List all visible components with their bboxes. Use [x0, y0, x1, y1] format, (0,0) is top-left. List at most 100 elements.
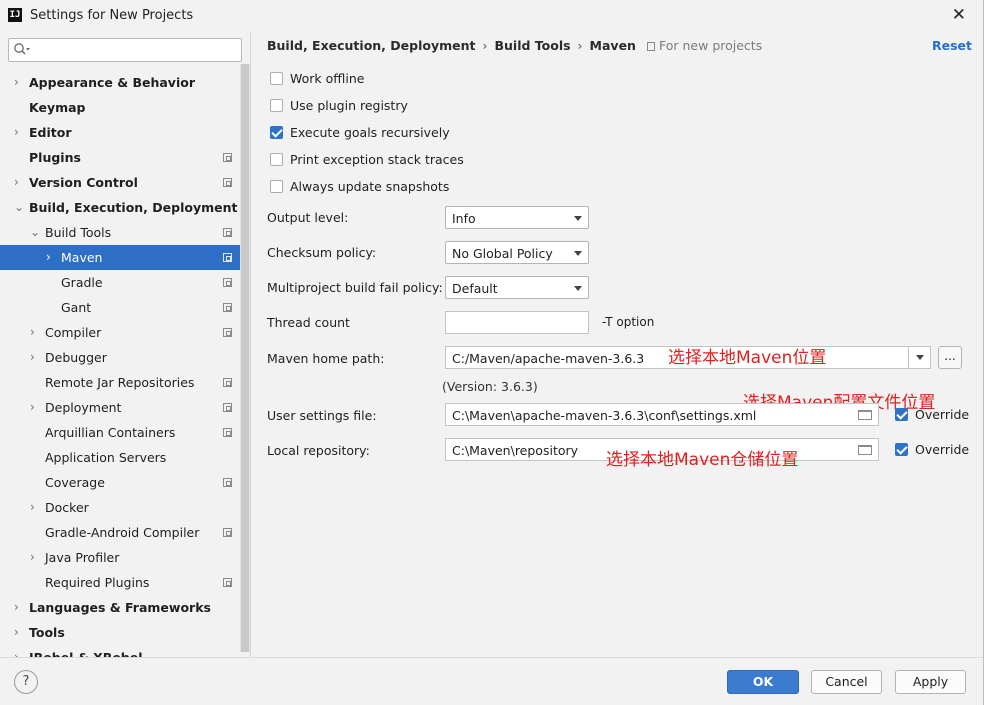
- always-update-snapshots-checkbox[interactable]: [270, 180, 283, 193]
- chevron-right-icon[interactable]: ›: [30, 545, 35, 570]
- chevron-right-icon[interactable]: ›: [14, 120, 19, 145]
- chevron-right-icon[interactable]: ›: [14, 70, 19, 95]
- project-scope-icon: [223, 578, 232, 587]
- chevron-down-icon[interactable]: ⌄: [30, 220, 40, 245]
- chevron-right-icon[interactable]: ›: [30, 320, 35, 345]
- sidebar-scrollbar[interactable]: [240, 64, 250, 652]
- maven-home-label: Maven home path:: [267, 351, 384, 366]
- sidebar-item-editor[interactable]: ›Editor: [0, 120, 240, 145]
- sidebar-item-label: Docker: [45, 495, 89, 520]
- sidebar-item-label: Build Tools: [45, 220, 111, 245]
- chevron-right-icon[interactable]: ›: [14, 620, 19, 645]
- sidebar-item-coverage[interactable]: Coverage: [0, 470, 240, 495]
- output-level-dropdown[interactable]: Info: [445, 206, 589, 229]
- maven-home-dropdown-button[interactable]: [908, 346, 930, 369]
- work-offline-label: Work offline: [290, 70, 364, 88]
- sidebar-item-keymap[interactable]: Keymap: [0, 95, 240, 120]
- folder-icon[interactable]: [858, 445, 872, 455]
- settings-tree: › Appearance & BehaviorKeymap›EditorPlugi…: [0, 70, 240, 657]
- settings-search-field[interactable]: [8, 38, 242, 62]
- thread-count-input[interactable]: [445, 311, 589, 334]
- sidebar-item-compiler[interactable]: ›Compiler: [0, 320, 240, 345]
- sidebar-item-java-profiler[interactable]: › Java Profiler: [0, 545, 240, 570]
- chevron-right-icon[interactable]: ›: [30, 495, 35, 520]
- project-scope-icon: [223, 303, 232, 312]
- maven-settings-panel: Build, Execution, Deployment›Build Tools…: [251, 32, 984, 657]
- reset-link[interactable]: Reset: [932, 38, 972, 53]
- checksum-policy-dropdown[interactable]: No Global Policy: [445, 241, 589, 264]
- local-repository-override-checkbox[interactable]: [895, 443, 908, 456]
- chevron-down-icon[interactable]: ⌄: [14, 195, 24, 220]
- sidebar-item-label: Debugger: [45, 345, 107, 370]
- sidebar-item-remote-jar-repositories[interactable]: Remote Jar Repositories: [0, 370, 240, 395]
- sidebar-item-tools[interactable]: › Tools: [0, 620, 240, 645]
- user-settings-input[interactable]: C:\Maven\apache-maven-3.6.3\conf\setting…: [445, 403, 879, 426]
- sidebar-item-arquillian-containers[interactable]: Arquillian Containers: [0, 420, 240, 445]
- maven-home-browse-button[interactable]: ...: [938, 346, 962, 369]
- breadcrumb-separator: ›: [482, 38, 487, 53]
- breadcrumb: Build, Execution, Deployment›Build Tools…: [267, 38, 636, 54]
- scrollbar-thumb[interactable]: [241, 64, 249, 652]
- sidebar-item-label: Maven: [61, 245, 102, 270]
- sidebar-item-label: Coverage: [45, 470, 105, 495]
- project-scope-icon: [647, 42, 655, 51]
- chevron-right-icon[interactable]: ›: [46, 245, 51, 270]
- sidebar-item-application-servers[interactable]: Application Servers: [0, 445, 240, 470]
- window-title: Settings for New Projects: [30, 8, 193, 23]
- sidebar-item-label: Languages & Frameworks: [29, 595, 211, 620]
- sidebar-item-gradle-android-compiler[interactable]: Gradle-Android Compiler: [0, 520, 240, 545]
- sidebar-item-label: Plugins: [29, 145, 81, 170]
- sidebar-item-label: Appearance & Behavior: [29, 70, 195, 95]
- cancel-button[interactable]: Cancel: [811, 670, 882, 694]
- chevron-right-icon[interactable]: ›: [30, 345, 35, 370]
- maven-version: (Version: 3.6.3): [442, 379, 538, 394]
- breadcrumb-item: Maven: [590, 38, 636, 53]
- sidebar-item-debugger[interactable]: › Debugger: [0, 345, 240, 370]
- sidebar-item-languages-frameworks[interactable]: › Languages & Frameworks: [0, 595, 240, 620]
- apply-button[interactable]: Apply: [895, 670, 966, 694]
- help-icon[interactable]: ?: [14, 670, 38, 694]
- sidebar-item-deployment[interactable]: ›Deployment: [0, 395, 240, 420]
- sidebar-item-label: Tools: [29, 620, 65, 645]
- sidebar-item-version-control[interactable]: › Version Control: [0, 170, 240, 195]
- folder-icon[interactable]: [858, 410, 872, 420]
- project-scope-icon: [223, 253, 232, 262]
- title-bar: IJ Settings for New Projects ✕: [0, 0, 984, 32]
- checksum-policy-value: No Global Policy: [452, 246, 553, 261]
- close-icon[interactable]: ✕: [952, 5, 966, 25]
- project-scope-icon: [223, 378, 232, 387]
- project-scope-icon: [223, 278, 232, 287]
- search-icon: [13, 42, 31, 58]
- sidebar-item-plugins[interactable]: Plugins: [0, 145, 240, 170]
- search-input[interactable]: [33, 42, 233, 58]
- local-repository-value: C:\Maven\repository: [452, 443, 578, 458]
- chevron-right-icon[interactable]: ›: [30, 395, 35, 420]
- sidebar-item-gant[interactable]: Gant: [0, 295, 240, 320]
- chevron-right-icon[interactable]: ›: [14, 170, 19, 195]
- sidebar-item-required-plugins[interactable]: Required Plugins: [0, 570, 240, 595]
- execute-goals-recursively-checkbox[interactable]: [270, 126, 283, 139]
- sidebar-item-build-execution-deployment[interactable]: ⌄Build, Execution, Deployment: [0, 195, 240, 220]
- sidebar-item-appearance-behavior[interactable]: › Appearance & Behavior: [0, 70, 240, 95]
- fail-policy-dropdown[interactable]: Default: [445, 276, 589, 299]
- sidebar-item-label: Java Profiler: [45, 545, 119, 570]
- user-settings-value: C:\Maven\apache-maven-3.6.3\conf\setting…: [452, 408, 756, 423]
- use-plugin-registry-checkbox[interactable]: [270, 99, 283, 112]
- sidebar-item-build-tools[interactable]: ⌄Build Tools: [0, 220, 240, 245]
- chevron-right-icon[interactable]: ›: [14, 595, 19, 620]
- sidebar-item-label: Keymap: [29, 95, 86, 120]
- fail-policy-value: Default: [452, 281, 498, 296]
- sidebar-item-label: Build, Execution, Deployment: [29, 195, 237, 220]
- override-label: Override: [915, 441, 969, 459]
- sidebar-item-maven[interactable]: › Maven: [0, 245, 240, 270]
- sidebar-item-docker[interactable]: › Docker: [0, 495, 240, 520]
- sidebar-item-gradle[interactable]: Gradle: [0, 270, 240, 295]
- work-offline-checkbox[interactable]: [270, 72, 283, 85]
- execute-goals-recursively-label: Execute goals recursively: [290, 124, 450, 142]
- user-settings-override-checkbox[interactable]: [895, 408, 908, 421]
- sidebar-item-jrebel-xrebel[interactable]: ›JRebel & XRebel: [0, 645, 240, 657]
- ok-button[interactable]: OK: [727, 670, 799, 694]
- print-exception-checkbox[interactable]: [270, 153, 283, 166]
- chevron-right-icon[interactable]: ›: [14, 645, 19, 657]
- sidebar-item-label: Version Control: [29, 170, 138, 195]
